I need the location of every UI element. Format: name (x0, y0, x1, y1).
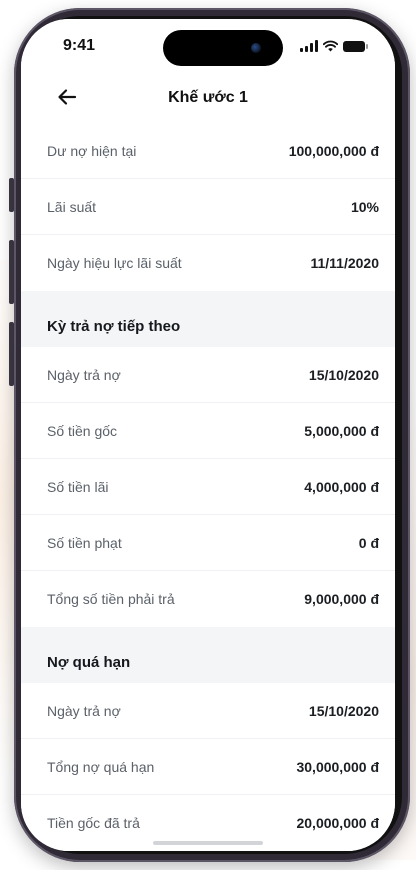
signal-icon (300, 40, 318, 52)
row-value: 5,000,000 đ (304, 422, 379, 439)
status-time: 9:41 (63, 37, 96, 54)
row-value: 20,000,000 đ (296, 815, 379, 831)
row-label: Tiền gốc đã trả (47, 815, 140, 831)
list-item: Tổng nợ quá hạn 30,000,000 đ (21, 739, 395, 795)
next-payment-list: Ngày trả nợ 15/10/2020 Số tiền gốc 5,000… (21, 347, 395, 627)
home-indicator[interactable] (153, 841, 263, 845)
row-value: 10% (350, 198, 379, 215)
overdue-list: Ngày trả nợ 15/10/2020 Tổng nợ quá hạn 3… (21, 683, 395, 851)
list-item: Số tiền gốc 5,000,000 đ (21, 403, 395, 459)
row-label: Tổng số tiền phải trả (47, 591, 175, 607)
list-item: Tổng số tiền phải trả 9,000,000 đ (21, 571, 395, 627)
row-label: Ngày trả nợ (47, 366, 121, 383)
row-value: 4,000,000 đ (304, 478, 379, 495)
row-value: 9,000,000 đ (304, 591, 379, 607)
status-bar: 9:41 (21, 19, 395, 75)
status-icons (300, 39, 368, 53)
list-item: Ngày hiệu lực lãi suất 11/11/2020 (21, 235, 395, 291)
section-header-next-payment: Kỳ trả nợ tiếp theo (21, 291, 395, 347)
list-item: Số tiền phạt 0 đ (21, 515, 395, 571)
list-item: Số tiền lãi 4,000,000 đ (21, 459, 395, 515)
dynamic-island (163, 30, 283, 66)
phone-screen: 9:41 Khế ước 1 Dư nợ hiện tại 100,000,00… (21, 19, 395, 851)
list-item: Ngày trả nợ 15/10/2020 (21, 683, 395, 739)
list-item: Lãi suất 10% (21, 179, 395, 235)
row-value: 100,000,000 đ (288, 142, 379, 159)
row-value: 11/11/2020 (310, 255, 379, 271)
row-label: Ngày hiệu lực lãi suất (47, 255, 182, 271)
row-label: Tổng nợ quá hạn (47, 758, 155, 775)
row-label: Dư nợ hiện tại (47, 142, 137, 159)
row-value: 15/10/2020 (308, 366, 379, 383)
nav-bar: Khế ước 1 (21, 75, 395, 123)
row-label: Số tiền phạt (47, 534, 122, 551)
list-item: Ngày trả nợ 15/10/2020 (21, 347, 395, 403)
list-item: Dư nợ hiện tại 100,000,000 đ (21, 123, 395, 179)
row-label: Lãi suất (47, 198, 97, 215)
summary-list: Dư nợ hiện tại 100,000,000 đ Lãi suất 10… (21, 123, 395, 291)
camera-icon (251, 43, 261, 53)
row-label: Số tiền gốc (47, 422, 118, 439)
row-label: Ngày trả nợ (47, 702, 121, 719)
row-value: 30,000,000 đ (296, 758, 379, 775)
wifi-icon (323, 40, 338, 52)
section-header-overdue: Nợ quá hạn (21, 627, 395, 683)
row-label: Số tiền lãi (47, 478, 109, 495)
row-value: 15/10/2020 (308, 702, 379, 719)
row-value: 0 đ (358, 534, 379, 551)
page-title: Khế ước 1 (168, 89, 248, 106)
battery-icon (343, 40, 368, 52)
